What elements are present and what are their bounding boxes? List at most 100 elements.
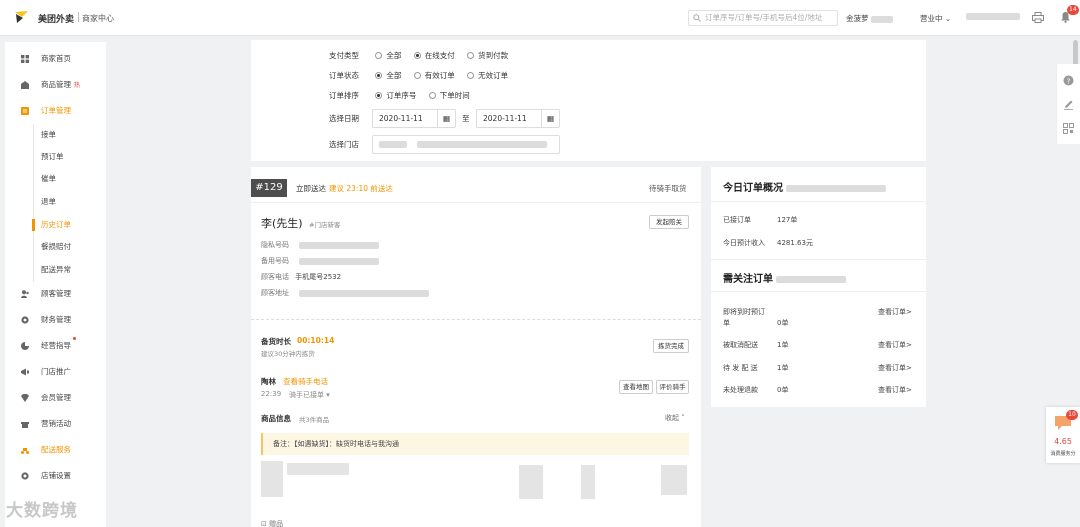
customer-address-row: 顾客地址 [261, 288, 430, 298]
customer-icon [21, 290, 29, 298]
filter-shop-label: 选择门店 [329, 140, 359, 149]
attention-row-label: 即将到时预订单 [723, 308, 765, 327]
collapse-toggle[interactable]: 收起 ˄ [665, 413, 685, 423]
account-info-redacted [966, 13, 1020, 20]
product-amount-redacted [661, 465, 687, 495]
rider-status[interactable]: 骑手已接单 ▾ [289, 390, 330, 400]
radio-checked-icon [375, 72, 383, 79]
radio-pay-cod[interactable]: 货到付款 [467, 49, 508, 63]
gift-label: ⊡ 赠品 [261, 520, 284, 527]
sidebar-subitem-meal-loss[interactable]: 餐损赔付 [41, 239, 71, 255]
brand-divider [78, 12, 79, 22]
suggested-delivery-time: 建议 23:10 前送达 [329, 184, 393, 193]
view-orders-link[interactable]: 查看订单> [878, 363, 912, 373]
prep-timer: 00:10:14 [297, 336, 335, 345]
rider-state: 待骑手取货 [649, 184, 687, 193]
svg-text:?: ? [1067, 77, 1071, 85]
date-to-input[interactable]: 2020-11-11 ▦ [476, 109, 560, 128]
order-search-input[interactable]: 订单序号/订单号/手机号后4位/地址 [688, 10, 838, 26]
sidebar-item-home[interactable]: 商家首页 [5, 50, 106, 68]
service-score-label: 消费服务分 [1050, 451, 1076, 457]
received-orders-label: 已接订单 [723, 216, 751, 224]
dashed-divider [251, 319, 701, 320]
view-orders-link[interactable]: 查看订单> [878, 307, 912, 317]
dispute-button[interactable]: 发起赔关 [649, 215, 689, 229]
radio-checked-icon [413, 52, 421, 59]
edit-icon[interactable] [1063, 99, 1074, 110]
attention-row-label: 被取消配送 [723, 341, 758, 349]
radio-checked-icon [375, 92, 383, 99]
product-name-redacted [287, 463, 349, 475]
shop-name-redacted [417, 141, 547, 148]
chevron-down-icon: ▾ [326, 391, 330, 399]
calendar-icon[interactable]: ▦ [541, 110, 559, 127]
view-map-button[interactable]: 查看地图 [619, 380, 653, 394]
promo-icon [21, 368, 29, 376]
qrcode-icon[interactable] [1063, 123, 1074, 134]
watermark: 大数跨境 [6, 501, 78, 521]
shop-select[interactable] [372, 135, 560, 154]
sidebar-item-finance[interactable]: 财务管理 [5, 311, 106, 329]
today-summary-panel: 今日订单概况 已接订单 127单 今日预计收入 4281.63元 需关注订单 即… [711, 167, 926, 407]
sidebar-subitem-history[interactable]: 历史订单 [41, 217, 71, 233]
rider-phone-link[interactable]: 查看骑手电话 [283, 376, 328, 387]
radio-pay-all[interactable]: 全部 [375, 49, 401, 63]
divider [711, 259, 926, 260]
received-orders-value: 127单 [777, 216, 798, 224]
sidebar-item-delivery[interactable]: 配送服务 [5, 441, 106, 459]
sidebar-item-promotion[interactable]: 门店推广 [5, 363, 106, 381]
sidebar-item-guide[interactable]: 经营指导 [5, 337, 106, 355]
rate-rider-button[interactable]: 评价骑手 [656, 380, 689, 394]
attention-row-label: 未处理退款 [723, 386, 758, 394]
top-bar: 美团外卖 商家中心 订单序号/订单号/手机号后4位/地址 金菠萝 营业中 ⌄ 1… [0, 0, 1080, 36]
attention-row-value: 0单 [777, 319, 789, 327]
user-name[interactable]: 金菠萝 [846, 13, 893, 24]
radio-icon [413, 72, 421, 79]
radio-status-invalid[interactable]: 无效订单 [467, 69, 508, 83]
help-icon[interactable]: ? [1063, 75, 1074, 86]
customer-phone-row: 顾客电话 手机尾号2532 [261, 273, 342, 281]
guide-icon [21, 342, 29, 350]
service-score-value: 4.65 [1054, 437, 1072, 446]
sidebar-subitem-reminder[interactable]: 催单 [41, 171, 56, 187]
right-tool-strip: ? [1056, 64, 1080, 144]
radio-sort-time[interactable]: 下单时间 [428, 89, 470, 103]
business-status-dropdown[interactable]: 营业中 ⌄ [920, 13, 951, 24]
date-from-input[interactable]: 2020-11-11 ▦ [372, 109, 456, 128]
radio-icon [467, 52, 475, 59]
radio-sort-number[interactable]: 订单序号 [375, 89, 416, 103]
sidebar-item-orders[interactable]: 订单管理 [5, 102, 106, 120]
printer-icon[interactable] [1032, 12, 1044, 23]
product-qty-redacted [519, 465, 543, 499]
member-icon [21, 394, 29, 402]
goods-label: 商品信息 [261, 414, 291, 423]
gift-icon: ⊡ [261, 520, 267, 527]
sidebar-subitem-accept[interactable]: 接单 [41, 127, 56, 143]
sidebar-item-member[interactable]: 会员管理 [5, 389, 106, 407]
filter-pay-type: 支付类型 全部 在线支付 货到付款 [329, 49, 518, 63]
sidebar-subitem-refund[interactable]: 退单 [41, 194, 56, 210]
sidebar-item-marketing[interactable]: 营销活动 [5, 415, 106, 433]
sidebar-subitem-preorder[interactable]: 预订单 [41, 149, 64, 165]
score-badge: 10 [1066, 410, 1078, 420]
pick-done-button[interactable]: 拣货完成 [653, 339, 689, 353]
customer-name: 李(先生) [261, 217, 303, 230]
radio-icon [467, 72, 475, 79]
radio-status-all[interactable]: 全部 [375, 69, 401, 83]
sidebar-item-settings[interactable]: 店铺设置 [5, 467, 106, 485]
service-score-widget[interactable]: 10 4.65 消费服务分 [1046, 407, 1080, 463]
prep-label: 备货时长 [261, 337, 291, 346]
sidebar-subitem-delivery-exception[interactable]: 配送异常 [41, 262, 71, 278]
sidebar-item-customers[interactable]: 顾客管理 [5, 285, 106, 303]
backup-number-row: 备用号码 [261, 256, 380, 266]
view-orders-link[interactable]: 查看订单> [878, 385, 912, 395]
radio-status-valid[interactable]: 有效订单 [413, 69, 455, 83]
sidebar-item-goods[interactable]: 商品管理热 [5, 76, 106, 94]
view-orders-link[interactable]: 查看订单> [878, 340, 912, 350]
attention-row-value: 1单 [777, 341, 789, 349]
radio-pay-online[interactable]: 在线支付 [413, 49, 455, 63]
brand-subtitle: 商家中心 [82, 14, 114, 23]
calendar-icon[interactable]: ▦ [437, 110, 455, 127]
prep-hint: 建议30分钟内拣货 [261, 350, 315, 358]
product-price-redacted [581, 465, 595, 499]
